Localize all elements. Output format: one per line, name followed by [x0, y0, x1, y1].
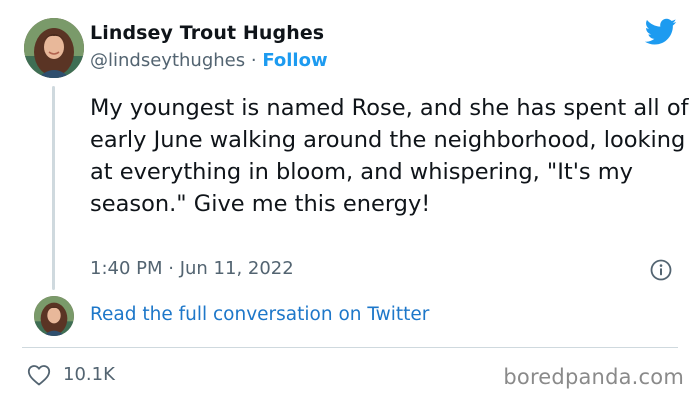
- author-avatar[interactable]: [24, 18, 84, 78]
- like-count[interactable]: 10.1K: [63, 364, 115, 385]
- divider: [22, 347, 678, 348]
- tweet-timestamp[interactable]: 1:40 PM · Jun 11, 2022: [90, 258, 294, 279]
- author-handle[interactable]: @lindseythughes: [90, 50, 245, 71]
- read-full-conversation-link[interactable]: Read the full conversation on Twitter: [90, 304, 429, 325]
- separator-dot: ·: [250, 50, 257, 71]
- reply-avatar-image: [34, 296, 74, 336]
- twitter-bird-icon[interactable]: [645, 18, 677, 46]
- author-avatar-image: [24, 18, 84, 78]
- follow-button[interactable]: Follow: [262, 50, 327, 71]
- heart-icon[interactable]: [27, 364, 51, 386]
- info-icon[interactable]: [650, 259, 672, 281]
- tweet-card: Lindsey Trout Hughes @lindseythughes · F…: [0, 0, 700, 400]
- handle-row: @lindseythughes · Follow: [90, 50, 328, 71]
- watermark-text: boredpanda.com: [503, 365, 684, 389]
- thread-line: [52, 86, 55, 290]
- author-name[interactable]: Lindsey Trout Hughes: [90, 22, 324, 44]
- reply-avatar: [34, 296, 74, 336]
- tweet-text: My youngest is named Rose, and she has s…: [90, 95, 689, 217]
